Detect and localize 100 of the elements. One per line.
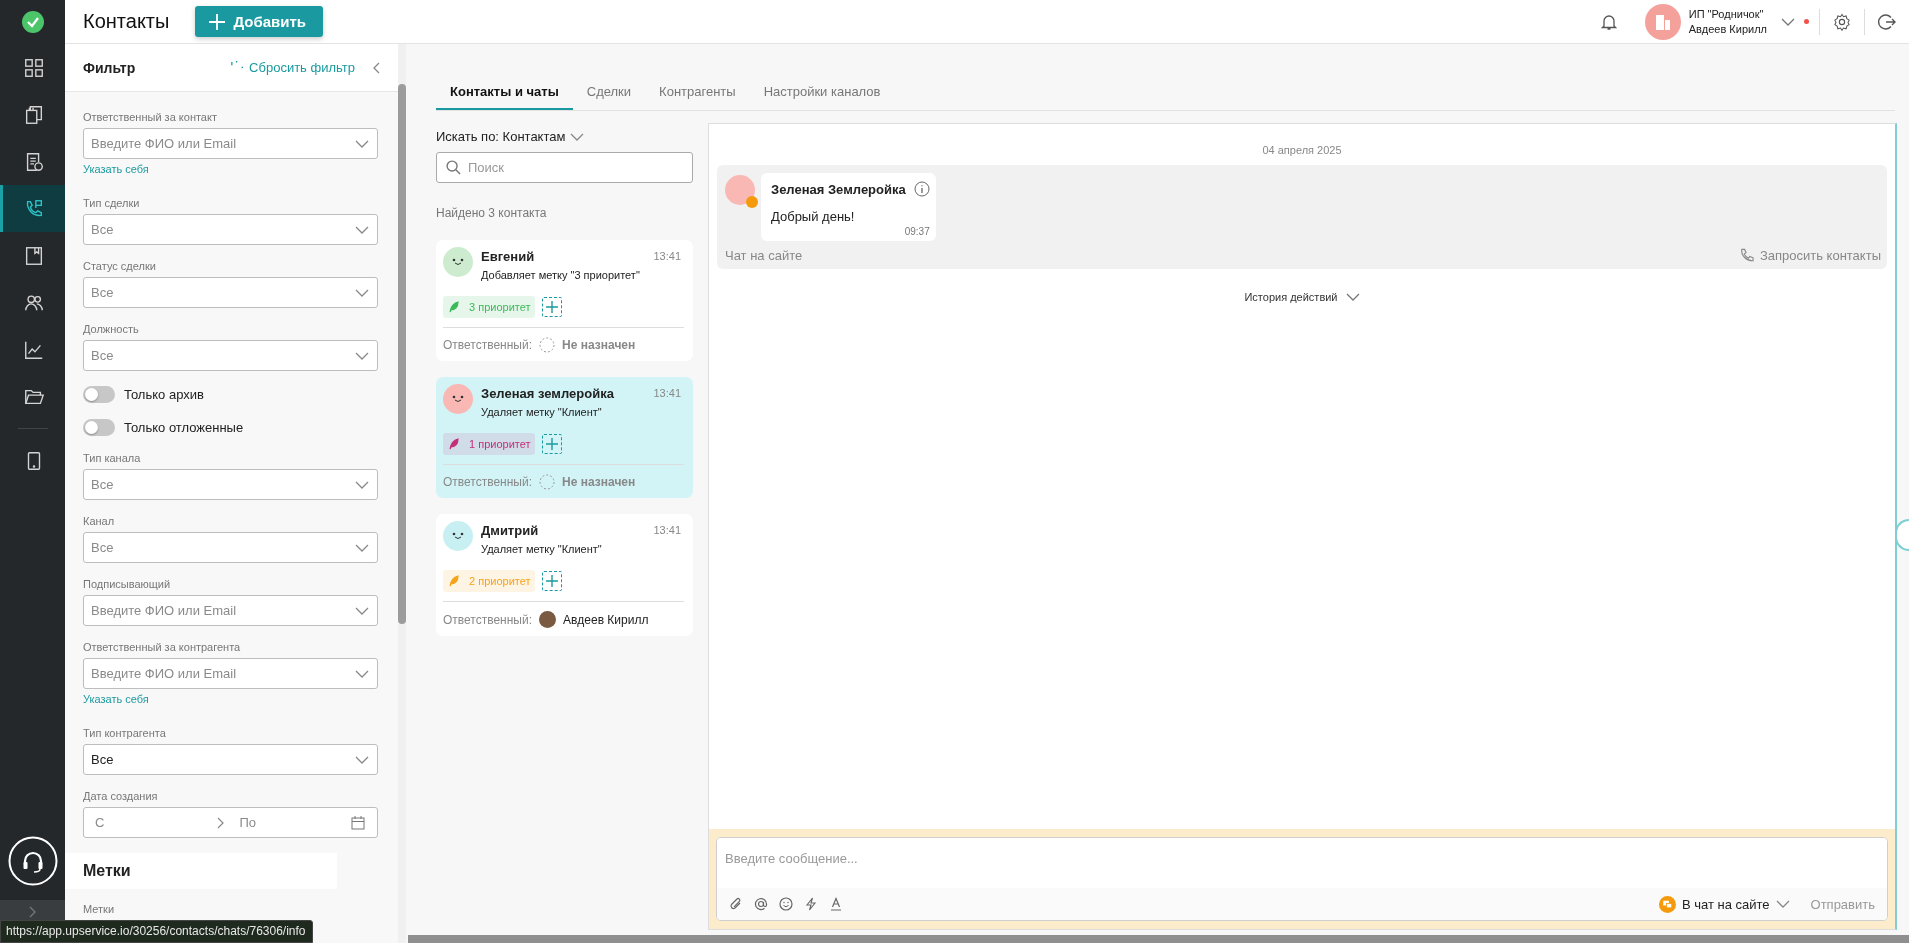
field-label: Должность [83, 323, 140, 335]
toggle-label: Только отложенные [124, 420, 244, 435]
request-contacts-button[interactable]: Запросить контакты [1738, 248, 1881, 263]
select-field[interactable]: Все [83, 214, 378, 245]
collapse-icon[interactable] [373, 61, 380, 74]
search-field[interactable]: Поиск [436, 152, 693, 183]
contact-card[interactable]: Дмитрий Удаляет метку "Клиент" 13:41 2 приоритет Ответственный: Авдеев Кирилл [436, 514, 693, 636]
settings-icon[interactable] [1833, 12, 1851, 31]
select-field[interactable]: Все [83, 469, 378, 500]
search-input[interactable]: Поиск [468, 160, 683, 175]
face-icon [450, 257, 466, 267]
plus-icon [546, 438, 559, 450]
tab[interactable]: Сделки [572, 84, 646, 110]
calendar-icon[interactable] [351, 815, 365, 830]
select-input[interactable]: Все [91, 285, 355, 300]
assign-self-link[interactable]: Указать себя [83, 163, 149, 175]
assignee-name: Авдеев Кирилл [563, 612, 649, 627]
chevron-right-icon[interactable] [28, 906, 37, 918]
logout-icon[interactable] [1878, 12, 1896, 31]
field-label: Ответственный за контакт [83, 111, 218, 123]
tab[interactable]: Контакты и чаты [436, 84, 573, 110]
add-tag-button[interactable] [542, 297, 563, 317]
reset-filter-link[interactable]: Сбросить фильтр [230, 60, 355, 75]
text-format-icon[interactable] [829, 897, 843, 911]
contact-name: Евгений [481, 249, 536, 264]
chevron-down-icon [1345, 293, 1360, 301]
face-icon [450, 394, 466, 404]
field-label: Статус сделки [83, 260, 157, 272]
plus-icon [209, 13, 226, 30]
field-label: Метки [83, 903, 116, 915]
user-name: Авдеев Кирилл [1688, 21, 1767, 37]
toggle-switch[interactable] [83, 386, 115, 403]
tag-label: 2 приоритет [469, 575, 531, 587]
select-field[interactable]: Все [83, 277, 378, 308]
paperclip-icon[interactable] [729, 897, 743, 911]
scrollbar-thumb[interactable] [408, 935, 1909, 943]
select-input[interactable]: Все [91, 348, 355, 363]
select-input[interactable]: Все [91, 752, 355, 767]
at-icon[interactable] [754, 897, 768, 911]
select-input[interactable]: Все [91, 222, 355, 237]
page-title: Контакты [83, 10, 170, 33]
select-input[interactable]: Введите ФИО или Email [91, 136, 355, 151]
nav-item[interactable] [0, 185, 65, 232]
add-tag-button[interactable] [542, 434, 563, 454]
tab[interactable]: Контрагенты [645, 84, 750, 110]
info-icon[interactable] [913, 181, 930, 197]
field-label: Дата создания [83, 790, 159, 802]
add-tag-button[interactable] [542, 571, 563, 591]
phone-icon [1738, 248, 1754, 263]
select-field[interactable]: Все [83, 744, 378, 775]
bell-icon[interactable] [1600, 12, 1617, 31]
select-field[interactable]: Все [83, 340, 378, 371]
tab[interactable]: Настройки каналов [749, 84, 895, 110]
section-title: Метки [65, 853, 337, 889]
field-label: Тип контрагента [83, 727, 167, 739]
smile-icon[interactable] [779, 897, 793, 911]
send-button[interactable]: Отправить [1810, 896, 1875, 912]
select-field[interactable]: Введите ФИО или Email [83, 128, 378, 159]
assignee-name: Не назначен [562, 338, 636, 352]
panel-handle[interactable] [1895, 519, 1909, 551]
building-icon [1654, 12, 1671, 31]
chevron-down-icon [570, 132, 585, 141]
tag[interactable]: 1 приоритет [443, 433, 536, 455]
toggle-switch[interactable] [83, 419, 115, 436]
date-range-field[interactable]: С По [83, 807, 378, 838]
contact-card[interactable]: Евгений Добавляет метку "3 приоритет" 13:41 3 приоритет Ответственный: Не назначен [436, 240, 693, 361]
assign-self-link[interactable]: Указать себя [83, 693, 149, 705]
logo-icon[interactable] [21, 11, 44, 33]
field-label: Канал [83, 515, 116, 527]
tag-label: 1 приоритет [469, 438, 531, 450]
chevron-down-icon [355, 351, 369, 360]
chevron-down-icon [355, 543, 369, 552]
select-input[interactable]: Введите ФИО или Email [91, 603, 355, 618]
field-label: Тип канала [83, 452, 142, 464]
select-input[interactable]: Введите ФИО или Email [91, 666, 355, 681]
chevron-down-icon [355, 606, 369, 615]
message-author: Зеленая Землеройка [771, 181, 906, 197]
channel-dropdown[interactable]: В чат на сайте [1658, 895, 1790, 913]
select-input[interactable]: Все [91, 540, 355, 555]
channel-label: Чат на сайте [725, 248, 803, 263]
contact-card[interactable]: Зеленая землеройка Удаляет метку "Клиент" 13:41 1 приоритет Ответственный: Не назначен [436, 377, 693, 498]
lightning-icon[interactable] [804, 897, 818, 911]
select-field[interactable]: Введите ФИО или Email [83, 658, 378, 689]
history-toggle[interactable]: История действий [1244, 291, 1360, 303]
message-time: 13:41 [653, 249, 682, 264]
date-from-input[interactable]: С [91, 815, 207, 830]
select-field[interactable]: Все [83, 532, 378, 563]
add-button[interactable]: Добавить [195, 6, 324, 37]
date-to-input[interactable]: По [233, 815, 351, 830]
tag[interactable]: 3 приоритет [443, 296, 536, 318]
plus-icon [546, 575, 559, 587]
select-input[interactable]: Все [91, 477, 355, 492]
scrollbar-thumb[interactable] [398, 84, 406, 624]
select-field[interactable]: Введите ФИО или Email [83, 595, 378, 626]
chevron-down-icon [355, 288, 369, 297]
headset-icon[interactable] [7, 836, 58, 886]
search-by-dropdown[interactable]: Искать по: Контактам [436, 129, 585, 144]
chat-bubbles-icon [1658, 895, 1676, 913]
message-time: 09:37 [904, 226, 930, 237]
message-field[interactable]: Введите сообщение... В чат на сайте Отправить [716, 837, 1888, 921]
